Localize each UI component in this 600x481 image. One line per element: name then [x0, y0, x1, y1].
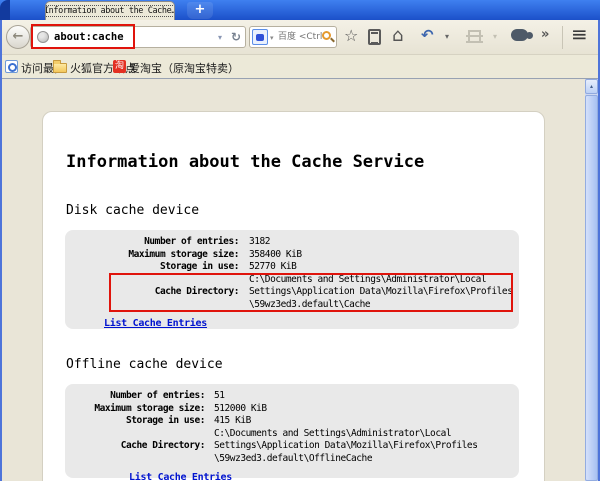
row-label: Storage in use: — [159, 261, 239, 272]
tab-title: Information about the Cache… — [46, 5, 174, 17]
scrollbar-thumb[interactable] — [585, 95, 598, 481]
folder-icon[interactable] — [53, 60, 67, 73]
row-label: Number of entries: — [110, 390, 205, 401]
home-button[interactable]: ⌂ — [392, 25, 403, 46]
screenshot-tool-icon-disabled[interactable] — [466, 30, 483, 43]
path-line: \59wz3ed3.default\OfflineCache — [214, 452, 373, 464]
row-label: Maximum storage size: — [128, 248, 239, 260]
bookmark-item-taobao[interactable]: 爱淘宝（原淘宝特卖） — [129, 60, 239, 76]
row-value: 52770 KiB — [249, 261, 297, 272]
scrollbar-up-button[interactable]: ▴ — [585, 79, 598, 94]
section-heading-disk-cache: Disk cache device — [66, 203, 200, 218]
chat-bubble-button[interactable] — [511, 29, 533, 41]
row-label: Storage in use: — [125, 415, 205, 426]
row-label: Cache Directory: — [120, 440, 206, 451]
menu-button[interactable]: ≡ — [571, 22, 588, 46]
row-value: 415 KiB — [214, 415, 251, 426]
undo-dropdown-icon[interactable]: ▾ — [445, 32, 449, 41]
table-row-cache-directory: Cache Directory: C:\Documents and Settin… — [65, 428, 519, 466]
row-label: Number of entries: — [144, 236, 239, 247]
window-corner — [0, 0, 10, 20]
search-box[interactable]: ▾ — [249, 26, 337, 48]
tab-bar: Information about the Cache… + — [0, 0, 600, 20]
most-visited-icon[interactable] — [5, 60, 18, 73]
row-value: 358400 KiB — [249, 248, 302, 260]
undo-button[interactable]: ↶ — [421, 26, 434, 44]
path-line: C:\Documents and Settings\Administrator\… — [249, 273, 487, 285]
baidu-engine-icon[interactable] — [252, 29, 268, 45]
table-row: Number of entries: 51 — [65, 390, 519, 403]
bookmark-item-firefox-sites[interactable]: 火狐官方站点 — [70, 60, 136, 76]
section-heading-offline-cache: Offline cache device — [66, 357, 223, 372]
list-cache-entries-link[interactable]: List Cache Entries — [104, 318, 207, 329]
row-value-path: C:\Documents and Settings\Administrator\… — [205, 427, 478, 466]
path-line: Settings\Application Data\Mozilla\Firefo… — [214, 440, 478, 451]
table-row: Storage in use: 52770 KiB — [65, 261, 519, 274]
row-value: 512000 KiB — [214, 402, 267, 414]
table-row: Storage in use: 415 KiB — [65, 415, 519, 428]
search-icon[interactable] — [322, 31, 331, 40]
path-line: Settings\Application Data\Mozilla\Firefo… — [249, 286, 513, 297]
url-bar[interactable]: ▾ ↻ — [30, 26, 246, 48]
taobao-icon[interactable]: 淘 — [113, 60, 126, 73]
back-button[interactable]: ← — [6, 25, 30, 49]
search-engine-dropdown-icon[interactable]: ▾ — [270, 34, 274, 42]
search-input[interactable] — [278, 29, 322, 45]
table-row-cache-directory: Cache Directory: C:\Documents and Settin… — [65, 274, 519, 312]
window-border-left — [0, 20, 2, 481]
page-title: Information about the Cache Service — [66, 152, 425, 172]
url-history-dropdown-icon[interactable]: ▾ — [218, 33, 222, 42]
bookmarks-bar: 访问最多 火狐官方站点 淘 爱淘宝（原淘宝特卖） — [0, 55, 600, 78]
row-value-path: C:\Documents and Settings\Administrator\… — [239, 273, 513, 312]
list-cache-entries-link[interactable]: List Cache Entries — [129, 472, 232, 481]
screenshot-dropdown-icon-disabled: ▾ — [493, 32, 498, 41]
path-line: C:\Documents and Settings\Administrator\… — [214, 427, 452, 439]
tab-cache-page[interactable]: Information about the Cache… — [45, 1, 175, 20]
disk-cache-table: Number of entries: 3182 Maximum storage … — [65, 230, 519, 329]
offline-cache-table: Number of entries: 51 Maximum storage si… — [65, 384, 519, 481]
table-row: Number of entries: 3182 — [65, 236, 519, 249]
overflow-chevron-button[interactable]: » — [541, 27, 549, 42]
browser-viewport: Information about the Cache Service Disk… — [0, 78, 600, 481]
toolbar-divider — [562, 26, 563, 49]
table-row: Maximum storage size: 358400 KiB — [65, 249, 519, 262]
reload-icon[interactable]: ↻ — [231, 30, 241, 44]
navigation-toolbar: ← ▾ ↻ ▾ ☆ ⌂ ↶ ▾ ▾ » ≡ — [0, 20, 600, 55]
page-favicon-icon — [37, 31, 49, 43]
bookmarks-menu-button[interactable] — [368, 29, 381, 45]
row-label: Cache Directory: — [154, 286, 240, 297]
row-value: 3182 — [249, 236, 271, 247]
bookmark-star-button[interactable]: ☆ — [344, 26, 358, 45]
cache-info-card: Information about the Cache Service Disk… — [42, 111, 545, 481]
path-line: \59wz3ed3.default\Cache — [249, 298, 371, 310]
vertical-scrollbar[interactable]: ▴ — [585, 79, 598, 481]
table-row: Maximum storage size: 512000 KiB — [65, 403, 519, 416]
row-label: Maximum storage size: — [94, 402, 205, 414]
row-value: 51 — [214, 390, 225, 401]
url-input[interactable] — [54, 28, 204, 46]
new-tab-button[interactable]: + — [187, 2, 213, 19]
